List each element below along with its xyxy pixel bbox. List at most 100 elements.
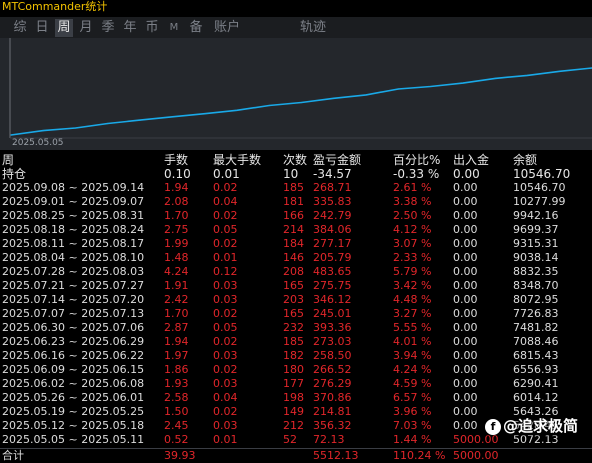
tab-magic[interactable]: M (166, 19, 182, 37)
row-pnl: 266.52 (313, 363, 352, 376)
row-balance: 8348.70 (513, 279, 559, 292)
row-count: 181 (283, 195, 304, 208)
tab-yearly[interactable]: 年 (121, 19, 139, 37)
row-deposit: 0.00 (453, 181, 478, 194)
row-count: 198 (283, 391, 304, 404)
row-count: 182 (283, 349, 304, 362)
row-max-lots: 0.03 (213, 419, 238, 432)
row-balance: 10546.70 (513, 181, 566, 194)
row-deposit: 0.00 (453, 209, 478, 222)
row-pnl: 370.86 (313, 391, 352, 404)
row-percent: 4.48 % (393, 293, 432, 306)
balance-line (10, 67, 592, 136)
row-deposit: 0.00 (453, 237, 478, 250)
watermark-text: @追求极简 (503, 417, 579, 435)
table-row: 2025.06.30 ~ 2025.07.06 2.87 0.05 232 393.36… (0, 321, 592, 335)
tab-trajectory[interactable]: 轨迹 (298, 19, 328, 37)
row-count: 185 (283, 181, 304, 194)
row-balance: 9699.37 (513, 223, 559, 236)
tab-account[interactable]: 账户 (212, 19, 242, 37)
row-pnl: 384.06 (313, 223, 352, 236)
row-lots: 2.08 (164, 195, 189, 208)
table-row: 2025.07.28 ~ 2025.08.03 4.24 0.12 208 483.65… (0, 265, 592, 279)
tab-monthly[interactable]: 月 (77, 19, 95, 37)
row-lots: 1.91 (164, 279, 189, 292)
balance-point (526, 74, 529, 76)
table-row: 2025.07.21 ~ 2025.07.27 1.91 0.03 165 275.75… (0, 279, 592, 293)
balance-point (74, 127, 77, 129)
table-row: 2025.06.23 ~ 2025.06.29 1.94 0.02 185 273.03… (0, 335, 592, 349)
row-deposit: 0.00 (453, 293, 478, 306)
balance-point (171, 116, 173, 118)
row-max-lots: 0.02 (213, 237, 238, 250)
row-pnl: 356.32 (313, 419, 352, 432)
row-lots: 1.99 (164, 237, 189, 250)
header-deposit: 出入金 (453, 153, 490, 167)
row-week: 2025.07.07 ~ 2025.07.13 (2, 307, 145, 320)
row-balance: 9315.31 (513, 237, 559, 250)
row-lots: 2.58 (164, 391, 189, 404)
table-row: 2025.06.09 ~ 2025.06.15 1.86 0.02 180 266.52… (0, 363, 592, 377)
row-week: 2025.09.08 ~ 2025.09.14 (2, 181, 145, 194)
holding-pnl: -34.57 (313, 167, 352, 181)
row-percent: 2.33 % (393, 251, 432, 264)
holding-lots: 0.10 (164, 167, 191, 181)
table-row: 2025.06.02 ~ 2025.06.08 1.93 0.03 177 276.29… (0, 377, 592, 391)
row-lots: 2.87 (164, 321, 189, 334)
holding-max-lots: 0.01 (213, 167, 240, 181)
row-balance: 7726.83 (513, 307, 559, 320)
table-row: 2025.08.18 ~ 2025.08.24 2.75 0.05 214 384.06… (0, 223, 592, 237)
row-max-lots: 0.03 (213, 279, 238, 292)
tab-daily[interactable]: 日 (33, 19, 51, 37)
balance-point (462, 82, 464, 84)
row-lots: 4.24 (164, 265, 189, 278)
row-deposit: 0.00 (453, 321, 478, 334)
watermark-logo-icon: f (485, 418, 501, 435)
row-deposit: 0.00 (453, 377, 478, 390)
row-count: 184 (283, 237, 304, 250)
row-deposit: 0.00 (453, 419, 478, 432)
row-pnl: 214.81 (313, 405, 352, 418)
tab-overview[interactable]: 综 (11, 19, 29, 37)
table-header: 周 手数 最大手数 次数 盈亏金额 百分比% 出入金 余额 (0, 153, 592, 167)
row-lots: 2.75 (164, 223, 189, 236)
row-lots: 1.97 (164, 349, 189, 362)
row-max-lots: 0.02 (213, 181, 238, 194)
row-deposit: 0.00 (453, 279, 478, 292)
tab-quarterly[interactable]: 季 (99, 19, 117, 37)
tab-currency[interactable]: 币 (143, 19, 161, 37)
row-balance: 6290.41 (513, 377, 559, 390)
row-max-lots: 0.02 (213, 307, 238, 320)
row-week: 2025.06.30 ~ 2025.07.06 (2, 321, 145, 334)
row-balance: 6014.12 (513, 391, 559, 404)
holding-deposit: 0.00 (453, 167, 480, 181)
table-row: 2025.05.26 ~ 2025.06.01 2.58 0.04 198 370.86… (0, 391, 592, 405)
row-week: 2025.06.16 ~ 2025.06.22 (2, 349, 145, 362)
table-row: 2025.09.08 ~ 2025.09.14 1.94 0.02 185 268.71… (0, 181, 592, 195)
period-tabs: 综 日 周 月 季 年 币 M 备 账户 轨迹 (0, 17, 592, 39)
row-max-lots: 0.03 (213, 349, 238, 362)
row-lots: 1.70 (164, 307, 189, 320)
row-week: 2025.08.04 ~ 2025.08.10 (2, 251, 145, 264)
row-lots: 0.52 (164, 433, 189, 446)
row-percent: 2.50 % (393, 209, 432, 222)
row-pnl: 242.79 (313, 209, 352, 222)
balance-point (139, 119, 141, 121)
balance-point (494, 77, 496, 79)
tab-notes[interactable]: 备 (187, 19, 205, 37)
row-count: 203 (283, 293, 304, 306)
row-week: 2025.05.12 ~ 2025.05.18 (2, 419, 145, 432)
header-percent: 百分比% (393, 153, 441, 167)
balance-point (559, 70, 561, 72)
row-lots: 1.94 (164, 335, 189, 348)
row-week: 2025.07.21 ~ 2025.07.27 (2, 279, 145, 292)
balance-point (204, 113, 206, 115)
row-count: 208 (283, 265, 304, 278)
header-week: 周 (2, 153, 15, 167)
row-balance: 9038.14 (513, 251, 559, 264)
row-percent: 3.27 % (393, 307, 432, 320)
row-max-lots: 0.04 (213, 391, 238, 404)
row-deposit: 0.00 (453, 363, 478, 376)
tab-weekly[interactable]: 周 (55, 19, 73, 37)
row-deposit: 0.00 (453, 251, 478, 264)
